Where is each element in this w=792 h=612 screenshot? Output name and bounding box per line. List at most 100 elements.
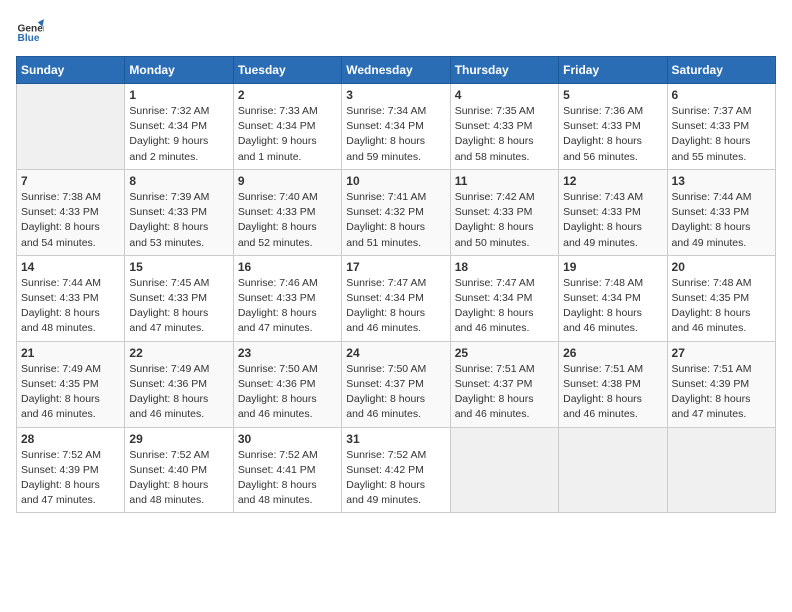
day-info: Sunrise: 7:43 AMSunset: 4:33 PMDaylight:…	[563, 190, 662, 251]
week-row: 14 Sunrise: 7:44 AMSunset: 4:33 PMDayligh…	[17, 255, 776, 341]
day-number: 10	[346, 174, 445, 188]
calendar-cell: 14 Sunrise: 7:44 AMSunset: 4:33 PMDayligh…	[17, 255, 125, 341]
day-info: Sunrise: 7:32 AMSunset: 4:34 PMDaylight:…	[129, 104, 228, 165]
day-number: 19	[563, 260, 662, 274]
logo: General Blue	[16, 16, 48, 44]
calendar-cell: 31 Sunrise: 7:52 AMSunset: 4:42 PMDayligh…	[342, 427, 450, 513]
calendar-cell: 3 Sunrise: 7:34 AMSunset: 4:34 PMDaylight…	[342, 84, 450, 170]
day-number: 21	[21, 346, 120, 360]
calendar-cell: 7 Sunrise: 7:38 AMSunset: 4:33 PMDaylight…	[17, 169, 125, 255]
day-info: Sunrise: 7:34 AMSunset: 4:34 PMDaylight:…	[346, 104, 445, 165]
day-number: 31	[346, 432, 445, 446]
day-number: 30	[238, 432, 337, 446]
day-number: 26	[563, 346, 662, 360]
calendar-cell: 2 Sunrise: 7:33 AMSunset: 4:34 PMDaylight…	[233, 84, 341, 170]
day-number: 1	[129, 88, 228, 102]
day-number: 23	[238, 346, 337, 360]
day-info: Sunrise: 7:51 AMSunset: 4:38 PMDaylight:…	[563, 362, 662, 423]
day-number: 7	[21, 174, 120, 188]
header-day: Monday	[125, 57, 233, 84]
day-info: Sunrise: 7:50 AMSunset: 4:36 PMDaylight:…	[238, 362, 337, 423]
day-info: Sunrise: 7:44 AMSunset: 4:33 PMDaylight:…	[672, 190, 771, 251]
calendar-header: SundayMondayTuesdayWednesdayThursdayFrid…	[17, 57, 776, 84]
day-info: Sunrise: 7:52 AMSunset: 4:41 PMDaylight:…	[238, 448, 337, 509]
day-number: 9	[238, 174, 337, 188]
calendar-cell: 13 Sunrise: 7:44 AMSunset: 4:33 PMDayligh…	[667, 169, 775, 255]
week-row: 21 Sunrise: 7:49 AMSunset: 4:35 PMDayligh…	[17, 341, 776, 427]
calendar-cell: 20 Sunrise: 7:48 AMSunset: 4:35 PMDayligh…	[667, 255, 775, 341]
day-info: Sunrise: 7:51 AMSunset: 4:37 PMDaylight:…	[455, 362, 554, 423]
day-info: Sunrise: 7:52 AMSunset: 4:40 PMDaylight:…	[129, 448, 228, 509]
week-row: 1 Sunrise: 7:32 AMSunset: 4:34 PMDaylight…	[17, 84, 776, 170]
day-info: Sunrise: 7:44 AMSunset: 4:33 PMDaylight:…	[21, 276, 120, 337]
day-number: 12	[563, 174, 662, 188]
day-info: Sunrise: 7:49 AMSunset: 4:35 PMDaylight:…	[21, 362, 120, 423]
day-number: 27	[672, 346, 771, 360]
day-number: 16	[238, 260, 337, 274]
calendar-cell	[559, 427, 667, 513]
day-info: Sunrise: 7:41 AMSunset: 4:32 PMDaylight:…	[346, 190, 445, 251]
day-info: Sunrise: 7:35 AMSunset: 4:33 PMDaylight:…	[455, 104, 554, 165]
day-info: Sunrise: 7:50 AMSunset: 4:37 PMDaylight:…	[346, 362, 445, 423]
day-info: Sunrise: 7:48 AMSunset: 4:35 PMDaylight:…	[672, 276, 771, 337]
day-info: Sunrise: 7:49 AMSunset: 4:36 PMDaylight:…	[129, 362, 228, 423]
calendar-cell: 9Sunrise: 7:40 AMSunset: 4:33 PMDaylight…	[233, 169, 341, 255]
calendar-cell: 23 Sunrise: 7:50 AMSunset: 4:36 PMDayligh…	[233, 341, 341, 427]
day-info: Sunrise: 7:47 AMSunset: 4:34 PMDaylight:…	[455, 276, 554, 337]
day-number: 14	[21, 260, 120, 274]
calendar-cell: 6Sunrise: 7:37 AMSunset: 4:33 PMDaylight…	[667, 84, 775, 170]
calendar-cell: 10 Sunrise: 7:41 AMSunset: 4:32 PMDayligh…	[342, 169, 450, 255]
calendar-body: 1 Sunrise: 7:32 AMSunset: 4:34 PMDaylight…	[17, 84, 776, 513]
day-number: 20	[672, 260, 771, 274]
day-info: Sunrise: 7:51 AMSunset: 4:39 PMDaylight:…	[672, 362, 771, 423]
calendar-cell: 15Sunrise: 7:45 AMSunset: 4:33 PMDayligh…	[125, 255, 233, 341]
day-info: Sunrise: 7:38 AMSunset: 4:33 PMDaylight:…	[21, 190, 120, 251]
header-day: Tuesday	[233, 57, 341, 84]
day-number: 3	[346, 88, 445, 102]
calendar-cell: 28 Sunrise: 7:52 AMSunset: 4:39 PMDayligh…	[17, 427, 125, 513]
day-number: 8	[129, 174, 228, 188]
day-number: 4	[455, 88, 554, 102]
day-info: Sunrise: 7:42 AMSunset: 4:33 PMDaylight:…	[455, 190, 554, 251]
day-info: Sunrise: 7:46 AMSunset: 4:33 PMDaylight:…	[238, 276, 337, 337]
day-number: 24	[346, 346, 445, 360]
week-row: 28 Sunrise: 7:52 AMSunset: 4:39 PMDayligh…	[17, 427, 776, 513]
header-day: Thursday	[450, 57, 558, 84]
calendar-table: SundayMondayTuesdayWednesdayThursdayFrid…	[16, 56, 776, 513]
calendar-cell: 29 Sunrise: 7:52 AMSunset: 4:40 PMDayligh…	[125, 427, 233, 513]
page-header: General Blue	[16, 16, 776, 44]
day-info: Sunrise: 7:52 AMSunset: 4:39 PMDaylight:…	[21, 448, 120, 509]
header-day: Sunday	[17, 57, 125, 84]
calendar-cell	[450, 427, 558, 513]
header-row: SundayMondayTuesdayWednesdayThursdayFrid…	[17, 57, 776, 84]
day-number: 18	[455, 260, 554, 274]
logo-icon: General Blue	[16, 16, 44, 44]
calendar-cell: 18 Sunrise: 7:47 AMSunset: 4:34 PMDayligh…	[450, 255, 558, 341]
day-number: 5	[563, 88, 662, 102]
calendar-cell: 21 Sunrise: 7:49 AMSunset: 4:35 PMDayligh…	[17, 341, 125, 427]
calendar-cell: 5Sunrise: 7:36 AMSunset: 4:33 PMDaylight…	[559, 84, 667, 170]
day-number: 28	[21, 432, 120, 446]
calendar-cell: 27 Sunrise: 7:51 AMSunset: 4:39 PMDayligh…	[667, 341, 775, 427]
day-info: Sunrise: 7:48 AMSunset: 4:34 PMDaylight:…	[563, 276, 662, 337]
week-row: 7 Sunrise: 7:38 AMSunset: 4:33 PMDaylight…	[17, 169, 776, 255]
day-number: 13	[672, 174, 771, 188]
day-number: 15	[129, 260, 228, 274]
day-info: Sunrise: 7:37 AMSunset: 4:33 PMDaylight:…	[672, 104, 771, 165]
calendar-cell: 4 Sunrise: 7:35 AMSunset: 4:33 PMDaylight…	[450, 84, 558, 170]
calendar-cell: 26 Sunrise: 7:51 AMSunset: 4:38 PMDayligh…	[559, 341, 667, 427]
header-day: Saturday	[667, 57, 775, 84]
calendar-cell: 1 Sunrise: 7:32 AMSunset: 4:34 PMDaylight…	[125, 84, 233, 170]
calendar-cell: 8 Sunrise: 7:39 AMSunset: 4:33 PMDaylight…	[125, 169, 233, 255]
day-info: Sunrise: 7:33 AMSunset: 4:34 PMDaylight:…	[238, 104, 337, 165]
day-number: 11	[455, 174, 554, 188]
day-number: 2	[238, 88, 337, 102]
calendar-cell: 22Sunrise: 7:49 AMSunset: 4:36 PMDayligh…	[125, 341, 233, 427]
day-info: Sunrise: 7:39 AMSunset: 4:33 PMDaylight:…	[129, 190, 228, 251]
day-info: Sunrise: 7:52 AMSunset: 4:42 PMDaylight:…	[346, 448, 445, 509]
day-number: 29	[129, 432, 228, 446]
calendar-cell: 30 Sunrise: 7:52 AMSunset: 4:41 PMDayligh…	[233, 427, 341, 513]
calendar-cell	[17, 84, 125, 170]
calendar-cell: 25Sunrise: 7:51 AMSunset: 4:37 PMDayligh…	[450, 341, 558, 427]
calendar-cell	[667, 427, 775, 513]
